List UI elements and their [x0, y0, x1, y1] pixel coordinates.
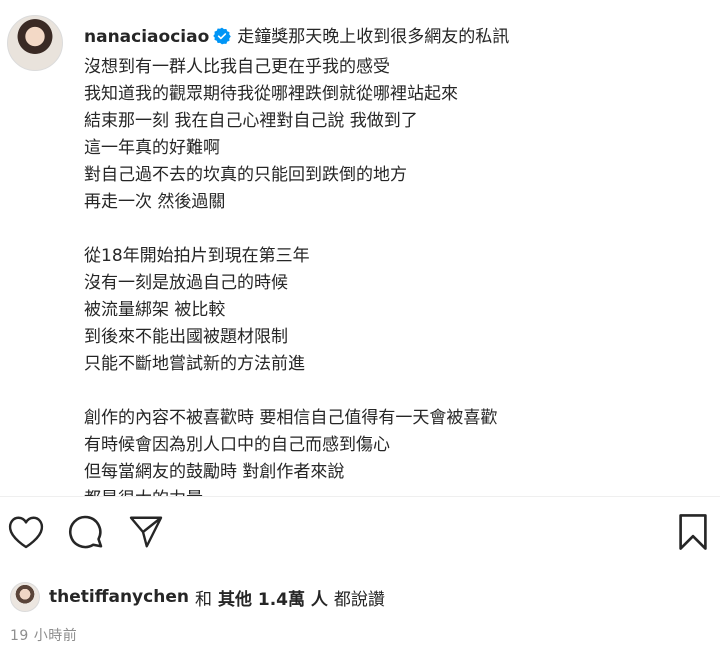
caption-line: 沒有一刻是放過自己的時候 [84, 273, 288, 293]
caption-line: 對自己過不去的坎真的只能回到跌倒的地方 [84, 165, 407, 185]
caption-line: 結束那一刻 我在自己心裡對自己說 我做到了 [84, 111, 418, 131]
liker-avatar[interactable] [10, 582, 40, 612]
verified-badge-icon [213, 27, 232, 54]
paper-plane-icon [128, 514, 164, 554]
caption-line: 創作的內容不被喜歡時 要相信自己值得有一天會被喜歡 [84, 408, 498, 428]
caption-line: 但每當網友的鼓勵時 對創作者來說 [84, 462, 345, 482]
caption-line: 這一年真的好難啊 [84, 138, 220, 158]
comment-icon [68, 514, 104, 554]
liker-username[interactable]: thetiffanychen [49, 587, 189, 607]
caption-line: 沒想到有一群人比我自己更在乎我的感受 [84, 57, 390, 77]
post-timestamp[interactable]: 19 小時前 [10, 625, 77, 645]
post-actions-bar [0, 497, 720, 575]
likes-and-text: 和 [194, 589, 212, 610]
author-username[interactable]: nanaciaociao [84, 27, 209, 47]
caption-line: 從18年開始拍片到現在第三年 [84, 246, 310, 266]
caption-line: 只能不斷地嘗試新的方法前進 [84, 354, 305, 374]
caption-line: nanaciaociao 走鐘獎那天晚上收到很多網友的私訊 [84, 24, 704, 54]
caption-area: nanaciaociao 走鐘獎那天晚上收到很多網友的私訊 沒想到有一群人比我自己… [0, 0, 720, 496]
caption-line: 到後來不能出國被題材限制 [84, 327, 288, 347]
caption-text: 走鐘獎那天晚上收到很多網友的私訊 [237, 27, 510, 47]
caption-line: 我知道我的觀眾期待我從哪裡跌倒就從哪裡站起來 [84, 84, 458, 104]
like-button[interactable] [6, 514, 46, 554]
caption-line: 有時候會因為別人口中的自己而感到傷心 [84, 435, 390, 455]
heart-icon [8, 515, 44, 553]
save-button[interactable] [673, 514, 713, 554]
caption-line: 再走一次 然後過關 [84, 192, 226, 212]
share-button[interactable] [126, 514, 166, 554]
bookmark-icon [676, 513, 710, 555]
post-caption: nanaciaociao 走鐘獎那天晚上收到很多網友的私訊 沒想到有一群人比我自己… [84, 24, 704, 496]
likes-summary: thetiffanychen 和 其他 1.4萬 人 都說讚 [10, 581, 391, 613]
comment-button[interactable] [66, 514, 106, 554]
author-avatar[interactable] [7, 15, 63, 71]
caption-line: 都是很大的力量 [84, 486, 704, 496]
caption-line: 被流量綁架 被比較 [84, 300, 226, 320]
likes-suffix-text: 都說讚 [333, 589, 385, 610]
likes-others-link[interactable]: 其他 1.4萬 人 [218, 585, 328, 610]
